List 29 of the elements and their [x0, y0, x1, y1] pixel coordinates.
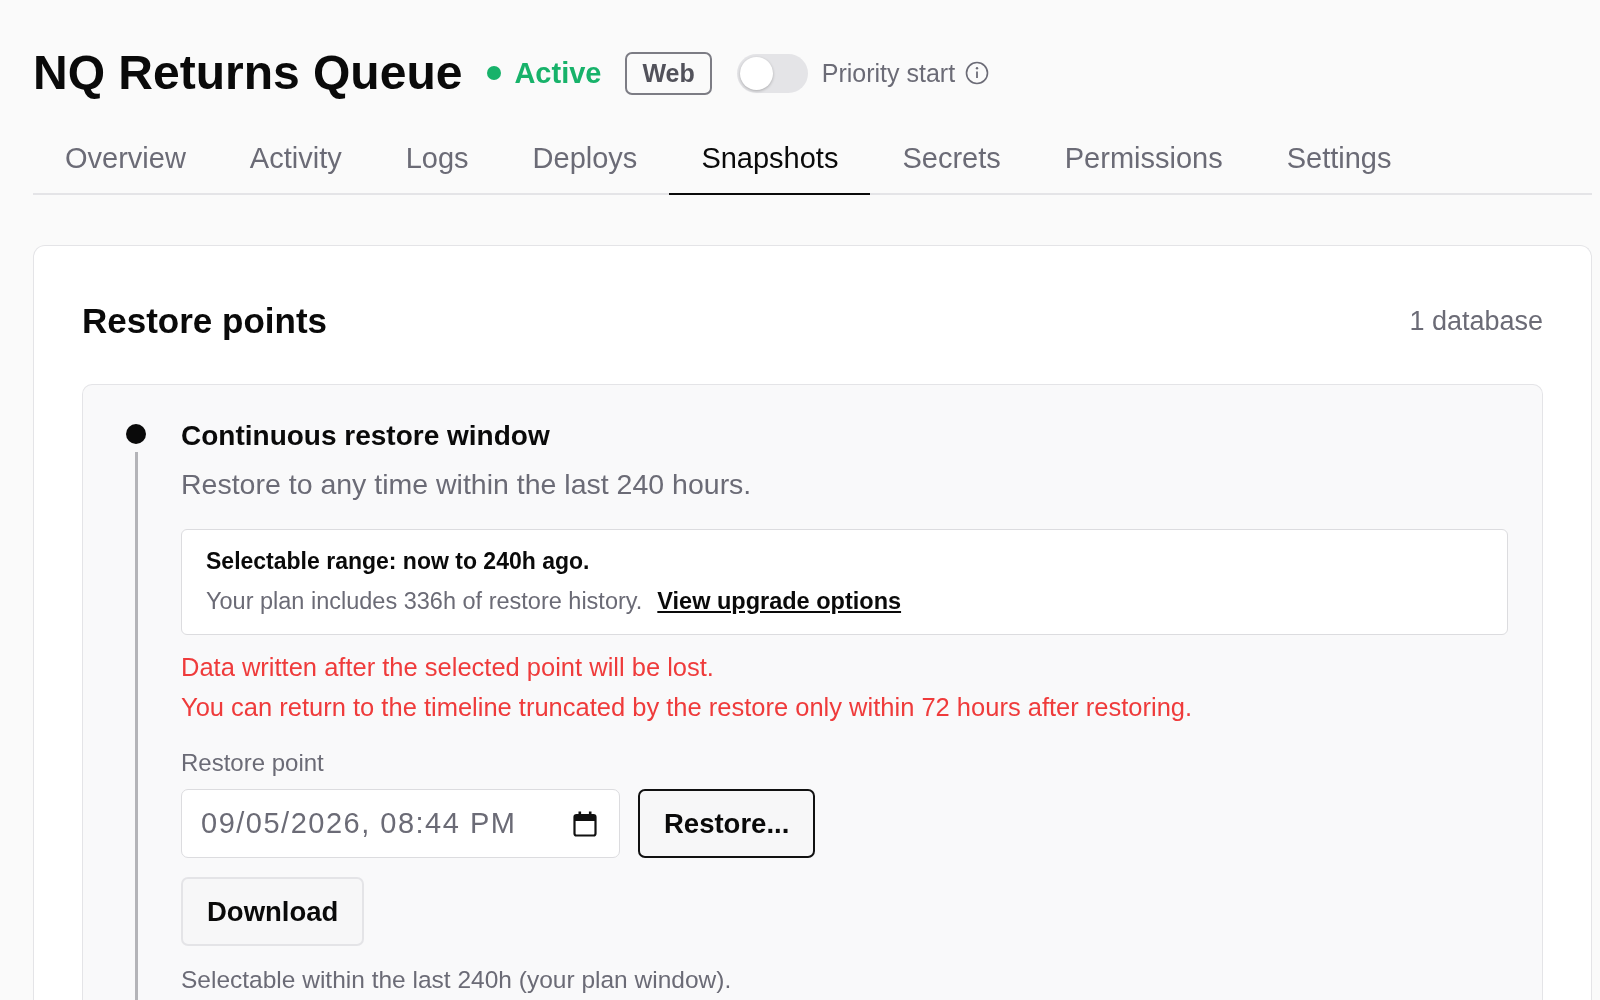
nav-tab[interactable]: Activity [217, 123, 374, 195]
status-label: Active [514, 56, 602, 90]
nav-tab[interactable]: Overview [33, 123, 218, 195]
field-label: Restore point [181, 749, 324, 777]
nav-tab[interactable]: Logs [373, 123, 501, 195]
calendar-icon[interactable] [573, 810, 597, 837]
download-button[interactable]: Download [181, 877, 365, 946]
info-icon [965, 61, 990, 85]
priority-toggle[interactable] [736, 53, 808, 93]
window-hint: Selectable within the last 240h (your plan window). [181, 966, 732, 994]
warning-text: You can return to the timeline truncated by the restore only within 72 hours after restoring. [181, 692, 1193, 722]
section-title: Restore points [82, 301, 328, 341]
nav-tab[interactable]: Permissions [1032, 123, 1255, 195]
nav-tab[interactable]: Deploys [500, 123, 670, 195]
upgrade-link[interactable]: View upgrade options [657, 588, 902, 614]
nav-tab[interactable]: Secrets [870, 123, 1033, 195]
nav-tab[interactable]: Settings [1254, 123, 1424, 195]
plan-note: Your plan includes 336h of restore history. View upgrade options [206, 587, 903, 615]
date-time-field[interactable]: 09/05/2026, 08:44 PM [181, 789, 620, 858]
restore-button[interactable]: Restore... [638, 789, 816, 858]
window-title: Continuous restore window [181, 419, 550, 453]
timeline-dot-icon [126, 424, 146, 444]
database-count: 1 database [1409, 305, 1543, 337]
range-heading: Selectable range: now to 240h ago. [206, 547, 591, 575]
nav-tab[interactable]: Snapshots [669, 123, 871, 195]
priority-label: Priority start [821, 58, 956, 88]
platform-tag: Web [625, 51, 712, 95]
window-description: Restore to any time within the last 240 hours. [181, 467, 752, 501]
warning-text: Data written after the selected point will be lost. [181, 652, 714, 682]
